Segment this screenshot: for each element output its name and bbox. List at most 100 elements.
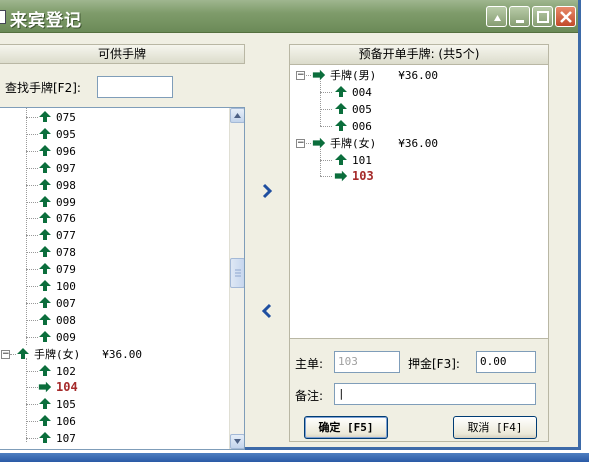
up-arrow-icon xyxy=(335,153,347,165)
item-label: 005 xyxy=(352,102,372,116)
up-arrow-icon xyxy=(39,313,51,325)
up-arrow-icon xyxy=(39,415,51,427)
tree-connector xyxy=(26,421,38,423)
tree-connector xyxy=(306,75,311,76)
cancel-button[interactable]: 取消 [F4] xyxy=(453,416,537,439)
tag-item[interactable]: 009 xyxy=(38,329,76,346)
tag-item[interactable]: 100 xyxy=(38,278,76,295)
group-price: ¥36.00 xyxy=(398,136,438,150)
tag-item[interactable]: 104 xyxy=(38,379,78,396)
tree-connector xyxy=(26,235,38,237)
tree-connector xyxy=(26,387,38,389)
help-button[interactable] xyxy=(486,6,507,27)
tag-item[interactable]: 077 xyxy=(38,227,76,244)
up-arrow-icon xyxy=(335,102,347,114)
scroll-thumb[interactable] xyxy=(230,258,244,288)
scroll-up-button[interactable] xyxy=(230,108,244,123)
tag-item[interactable]: 076 xyxy=(38,210,76,227)
tree-connector xyxy=(320,81,321,126)
search-label: 查找手牌[F2]: xyxy=(5,81,81,95)
tag-item[interactable]: 096 xyxy=(38,143,76,160)
item-label: 手牌(女) xyxy=(34,347,81,361)
chevron-up-icon xyxy=(234,113,241,118)
available-tags-header: 可供手牌 xyxy=(0,44,245,64)
up-arrow-icon xyxy=(39,195,51,207)
prepared-tag-item[interactable]: 006 xyxy=(334,118,372,135)
move-right-button[interactable] xyxy=(258,182,276,200)
tag-item[interactable]: 107 xyxy=(38,430,76,447)
prepared-tag-item[interactable]: 101 xyxy=(334,152,372,169)
tag-item[interactable]: 097 xyxy=(38,160,76,177)
move-left-button[interactable] xyxy=(258,302,276,320)
item-label: 008 xyxy=(56,313,76,327)
prepared-tags-panel: 预备开单手牌: (共5个) − 手牌(男) ¥36.00 004 005 006− 手牌(女… xyxy=(289,44,549,442)
item-label: 105 xyxy=(56,398,76,412)
note-input[interactable]: | xyxy=(334,383,536,405)
tag-item[interactable]: 099 xyxy=(38,194,76,211)
tag-item[interactable]: 079 xyxy=(38,261,76,278)
taskbar-strip xyxy=(0,453,589,462)
tag-item[interactable]: 078 xyxy=(38,244,76,261)
group-label: 手牌(女) xyxy=(330,136,377,150)
up-arrow-icon xyxy=(39,296,51,308)
tree-connector xyxy=(26,117,38,118)
tree-connector xyxy=(320,148,321,177)
up-arrow-icon xyxy=(39,161,51,173)
confirm-button[interactable]: 确定 [F5] xyxy=(304,416,388,439)
tag-item[interactable]: 098 xyxy=(38,177,76,194)
prepared-tags-tree[interactable]: − 手牌(男) ¥36.00 004 005 006 − 手牌(女) ¥36.00 101 103 xyxy=(290,65,548,339)
tree-connector xyxy=(26,286,38,287)
collapse-toggle[interactable]: − xyxy=(1,349,10,359)
vertical-scrollbar[interactable] xyxy=(229,108,244,449)
tag-group[interactable]: 手牌(男) ¥36.00 xyxy=(312,67,438,84)
window-title: 来宾登记 xyxy=(10,11,82,31)
up-arrow-icon xyxy=(335,85,347,97)
triangle-icon xyxy=(494,15,501,21)
tree-connector xyxy=(26,370,38,372)
title-bar[interactable]: 来宾登记 xyxy=(0,0,578,33)
up-arrow-icon xyxy=(39,263,51,275)
prepared-tag-item[interactable]: 103 xyxy=(334,168,374,185)
main-order-input[interactable]: 103 xyxy=(334,351,400,373)
maximize-icon xyxy=(537,11,549,23)
item-label: 004 xyxy=(352,85,372,99)
up-arrow-icon xyxy=(39,432,51,444)
tree-connector xyxy=(26,133,38,135)
prepared-tag-item[interactable]: 004 xyxy=(334,84,372,101)
up-arrow-icon xyxy=(39,144,51,156)
prepared-tag-item[interactable]: 005 xyxy=(334,101,372,118)
tree-connector xyxy=(26,201,38,203)
right-arrow-icon xyxy=(312,137,326,148)
collapse-toggle[interactable]: − xyxy=(296,71,305,80)
tag-item[interactable]: 007 xyxy=(38,295,76,312)
item-label: 007 xyxy=(56,296,76,310)
available-tags-tree[interactable]: 075 095 096 097 098 099 076 077 078 079 100 007 008 0… xyxy=(0,107,245,450)
tag-item[interactable]: 105 xyxy=(38,396,76,413)
tag-group-female[interactable]: 手牌(女) ¥36.00 xyxy=(16,346,142,363)
tag-item[interactable]: 008 xyxy=(38,312,76,329)
up-arrow-icon xyxy=(39,127,51,139)
item-label: 075 xyxy=(56,111,76,124)
tag-item[interactable]: 102 xyxy=(38,363,76,380)
tag-item[interactable]: 106 xyxy=(38,413,76,430)
search-input[interactable] xyxy=(97,76,173,98)
item-label: 106 xyxy=(56,415,76,429)
collapse-toggle[interactable]: − xyxy=(296,138,305,148)
item-label: 107 xyxy=(56,432,76,446)
up-arrow-icon xyxy=(17,347,29,359)
chevron-right-icon xyxy=(262,183,273,199)
chevron-left-icon xyxy=(261,303,272,319)
scroll-down-button[interactable] xyxy=(230,434,244,449)
tag-item[interactable]: 095 xyxy=(38,126,76,143)
close-button[interactable] xyxy=(555,6,576,27)
up-arrow-icon xyxy=(39,330,51,342)
tag-item[interactable]: 075 xyxy=(38,109,76,126)
maximize-button[interactable] xyxy=(532,6,553,27)
minimize-button[interactable] xyxy=(509,6,530,27)
tag-group[interactable]: 手牌(女) ¥36.00 xyxy=(312,135,438,152)
item-label: 079 xyxy=(56,263,76,277)
up-arrow-icon xyxy=(39,364,51,376)
tree-connector xyxy=(26,438,38,440)
deposit-input[interactable]: 0.00 xyxy=(476,351,536,373)
up-arrow-icon xyxy=(39,280,51,291)
